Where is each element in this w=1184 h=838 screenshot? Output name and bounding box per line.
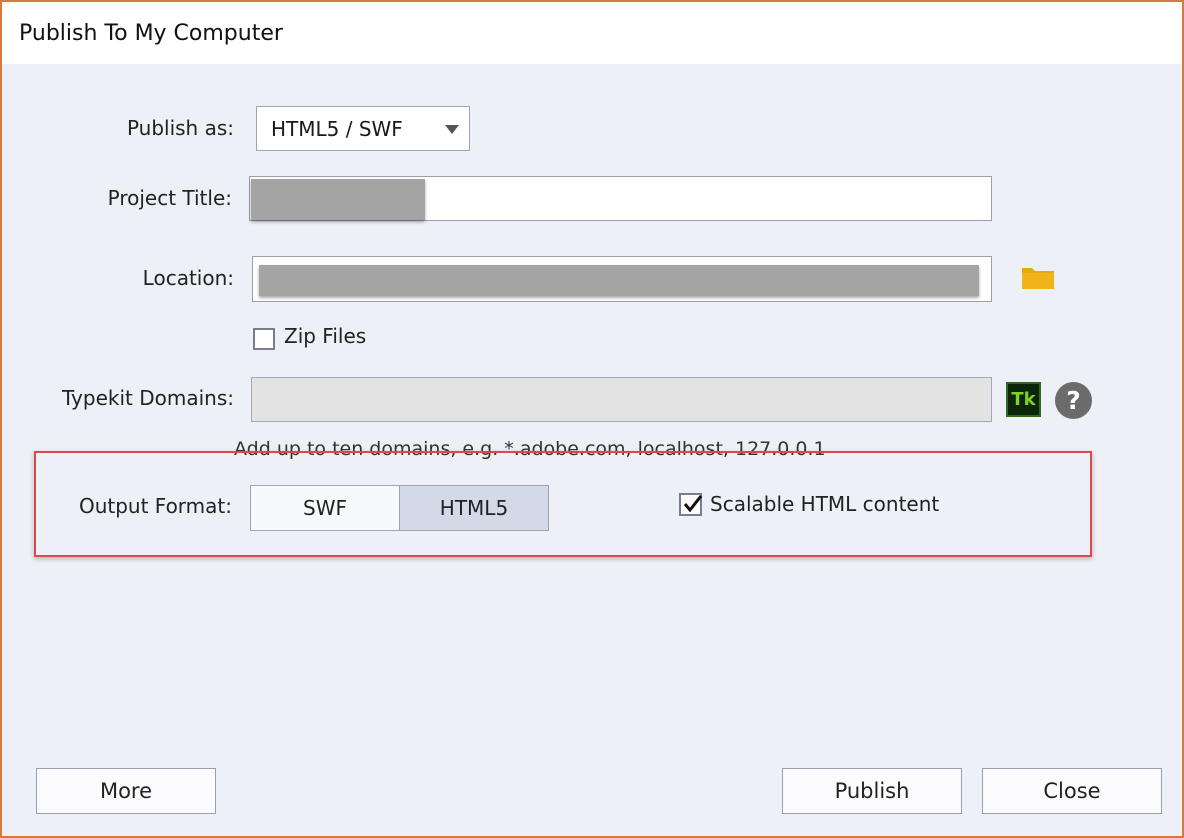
dialog-title: Publish To My Computer <box>19 21 283 46</box>
output-format-label: Output Format: <box>78 494 232 518</box>
redacted-location <box>259 265 979 296</box>
chevron-down-icon <box>445 125 459 134</box>
scalable-html-label: Scalable HTML content <box>710 492 940 516</box>
output-format-html5[interactable]: HTML5 <box>399 485 549 531</box>
checkmark-icon <box>683 495 703 513</box>
output-format-swf[interactable]: SWF <box>250 485 400 531</box>
location-input[interactable] <box>252 256 992 302</box>
publish-button[interactable]: Publish <box>782 768 962 814</box>
typekit-domains-input[interactable] <box>251 377 992 422</box>
typekit-icon[interactable]: Tk <box>1006 382 1041 417</box>
redacted-title <box>251 179 425 220</box>
publish-as-value: HTML5 / SWF <box>271 117 403 141</box>
project-title-label: Project Title: <box>107 186 232 210</box>
scalable-html-checkbox[interactable] <box>679 493 703 516</box>
close-button[interactable]: Close <box>982 768 1162 814</box>
publish-as-dropdown[interactable]: HTML5 / SWF <box>256 106 470 151</box>
publish-as-label: Publish as: <box>126 116 234 140</box>
zip-files-label: Zip Files <box>284 324 367 348</box>
publish-dialog: Publish To My Computer Publish as: HTML5… <box>0 0 1184 838</box>
zip-files-checkbox[interactable] <box>253 328 275 350</box>
folder-icon[interactable] <box>1021 265 1055 290</box>
more-button[interactable]: More <box>36 768 216 814</box>
typekit-label: Typekit Domains: <box>61 386 234 410</box>
title-bar: Publish To My Computer <box>2 2 1182 64</box>
help-icon[interactable]: ? <box>1055 382 1092 419</box>
project-title-input[interactable] <box>249 176 992 221</box>
location-label: Location: <box>142 266 234 290</box>
